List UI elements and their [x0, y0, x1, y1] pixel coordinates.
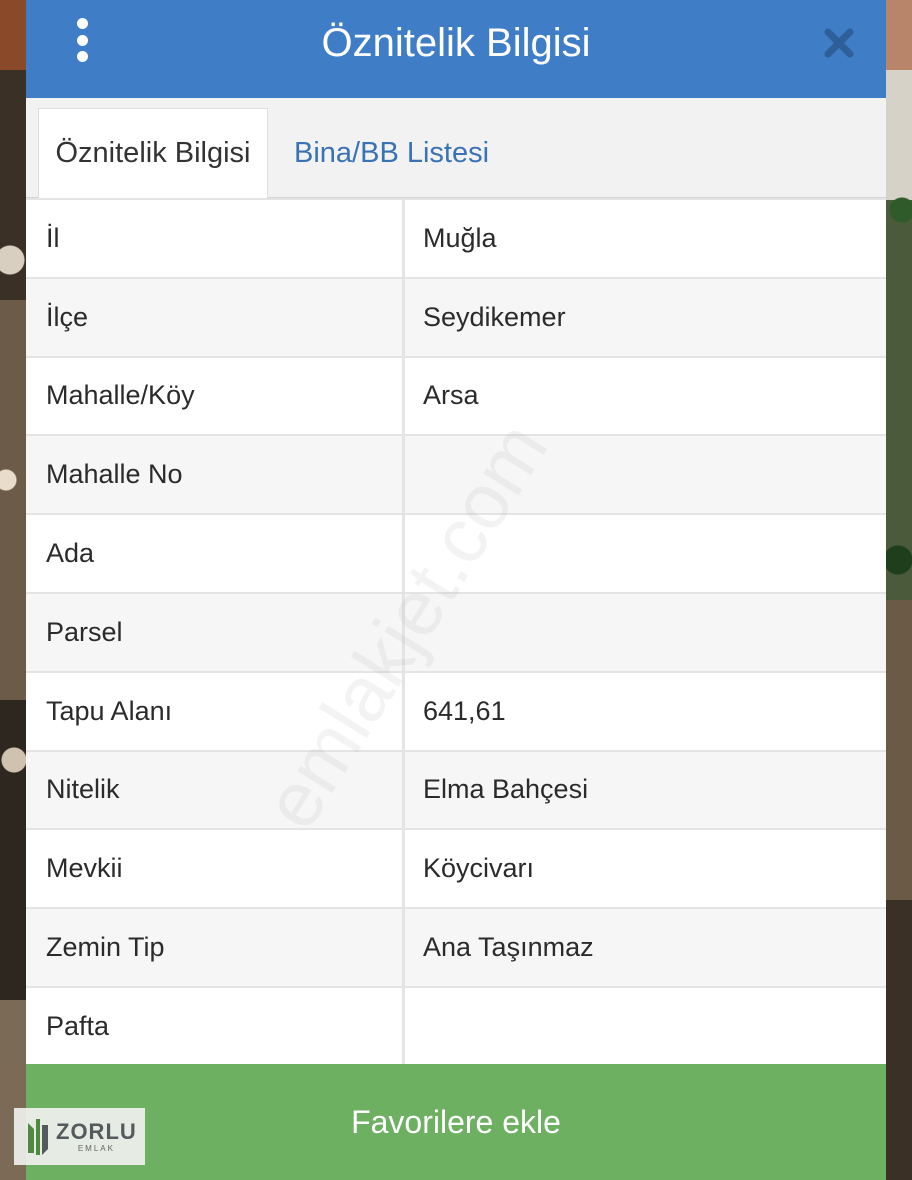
attribute-label: Nitelik [26, 751, 402, 829]
table-row: Pafta [26, 987, 886, 1067]
attribute-label: Mahalle No [26, 436, 402, 514]
attribute-value: Elma Bahçesi [405, 751, 886, 829]
logo-mark-icon [28, 1118, 48, 1155]
attribute-value: Köycivarı [405, 830, 886, 908]
attribute-label: Zemin Tip [26, 909, 402, 986]
attribute-label: Mevkii [26, 830, 402, 908]
table-row: Parsel [26, 593, 886, 673]
add-to-favorites-button[interactable]: Favorilere ekle [26, 1064, 886, 1180]
attribute-value: Ana Taşınmaz [405, 909, 886, 986]
tab-bar: Öznitelik Bilgisi Bina/BB Listesi [26, 98, 886, 198]
attribute-value: 641,61 [405, 672, 886, 750]
brand-logo: ZORLU EMLAK [14, 1108, 145, 1165]
table-row: Mahalle No [26, 436, 886, 516]
attribute-value: Muğla [405, 200, 886, 277]
dialog-header: Öznitelik Bilgisi [26, 0, 886, 98]
attribute-label: Mahalle/Köy [26, 357, 402, 435]
table-row: Mevkii Köycivarı [26, 830, 886, 910]
tab-attribute-info[interactable]: Öznitelik Bilgisi [38, 108, 268, 198]
attribute-info-dialog: Öznitelik Bilgisi Öznitelik Bilgisi Bina… [26, 0, 886, 1180]
table-row: İlçe Seydikemer [26, 278, 886, 358]
attribute-label: Parsel [26, 593, 402, 671]
dialog-title: Öznitelik Bilgisi [321, 20, 591, 65]
attribute-label: İl [26, 200, 402, 277]
attribute-label: Ada [26, 515, 402, 592]
attribute-value [405, 515, 886, 592]
attribute-value [405, 987, 886, 1065]
table-row: Nitelik Elma Bahçesi [26, 751, 886, 831]
attribute-value: Seydikemer [405, 278, 886, 356]
vertical-dots-icon[interactable] [74, 18, 90, 62]
attribute-value: Arsa [405, 357, 886, 435]
attribute-table: İl Muğla İlçe Seydikemer Mahalle/Köy Arsa Maha… [26, 198, 886, 1067]
attribute-value [405, 593, 886, 671]
attribute-value [405, 436, 886, 514]
table-row: Ada [26, 515, 886, 594]
table-row: İl Muğla [26, 200, 886, 279]
table-row: Zemin Tip Ana Taşınmaz [26, 909, 886, 988]
attribute-label: Tapu Alanı [26, 672, 402, 750]
table-row: Mahalle/Köy Arsa [26, 357, 886, 437]
table-row: Tapu Alanı 641,61 [26, 672, 886, 752]
map-background-right [884, 0, 912, 1180]
attribute-label: Pafta [26, 987, 402, 1065]
attribute-label: İlçe [26, 278, 402, 356]
map-background-left [0, 0, 28, 1180]
logo-subtitle: EMLAK [77, 1143, 115, 1153]
tab-building-list[interactable]: Bina/BB Listesi [294, 108, 489, 198]
logo-name: ZORLU [56, 1118, 137, 1144]
close-icon[interactable] [822, 26, 856, 60]
